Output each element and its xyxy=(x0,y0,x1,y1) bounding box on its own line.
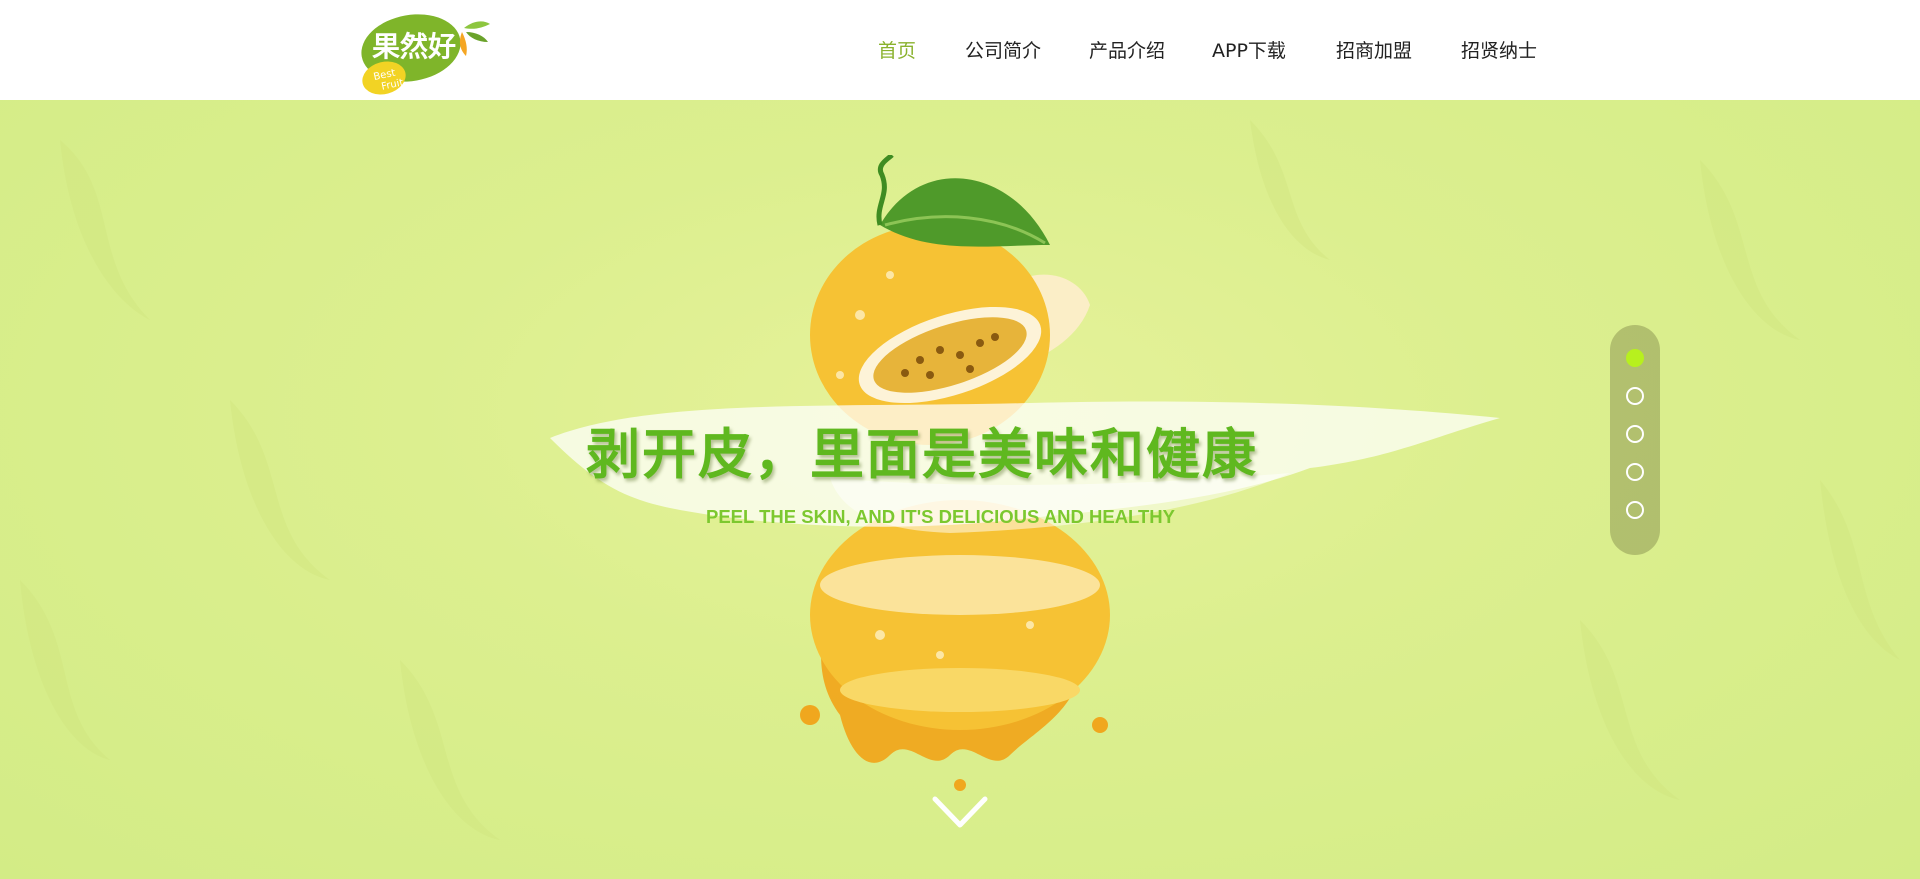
slide-dot-5[interactable] xyxy=(1626,501,1644,519)
slide-dot-1[interactable] xyxy=(1626,349,1644,367)
slide-dot-4[interactable] xyxy=(1626,463,1644,481)
nav-item-app-download[interactable]: APP下载 xyxy=(1212,36,1286,63)
nav-item-products[interactable]: 产品介绍 xyxy=(1089,36,1165,63)
hero-banner: 剥开皮，里面是美味和健康 PEEL THE SKIN, AND IT'S DEL… xyxy=(0,100,1920,879)
slide-pager xyxy=(1610,325,1660,555)
chevron-down-icon[interactable] xyxy=(930,793,990,833)
hero-headline: 剥开皮，里面是美味和健康 xyxy=(586,423,1258,486)
hero-subline: PEEL THE SKIN, AND IT'S DELICIOUS AND HE… xyxy=(706,506,1175,527)
nav-item-home[interactable]: 首页 xyxy=(878,36,916,63)
main-nav: 首页 公司简介 产品介绍 APP下载 招商加盟 招贤纳士 xyxy=(0,0,1920,100)
nav-item-franchise[interactable]: 招商加盟 xyxy=(1336,36,1412,63)
nav-item-careers[interactable]: 招贤纳士 xyxy=(1461,36,1537,63)
slide-dot-2[interactable] xyxy=(1626,387,1644,405)
site-header: 果然好 Best Fruit 首页 公司简介 产品介绍 APP下载 招商加盟 招… xyxy=(0,0,1920,100)
slide-dot-3[interactable] xyxy=(1626,425,1644,443)
nav-item-company[interactable]: 公司简介 xyxy=(965,36,1041,63)
